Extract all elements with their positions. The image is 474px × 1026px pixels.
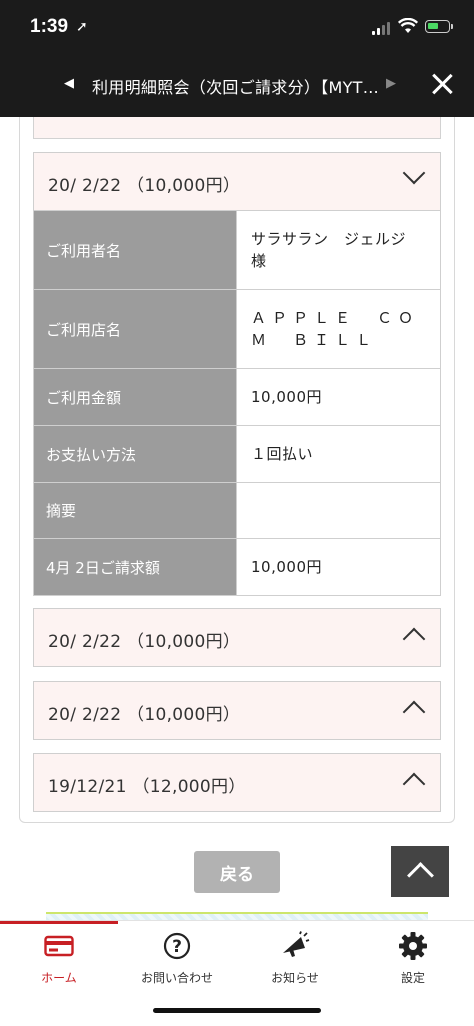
transaction-header[interactable]: 20/ 2/22 （10,000円） (33, 608, 441, 667)
transaction-detail-table: ご利用者名 サラサラン ジェルジ 様 ご利用店名 ＡＰＰＬＥ ＣＯＭ ＢＩＬＬ … (33, 210, 441, 596)
detail-row-amount: ご利用金額 10,000円 (33, 368, 441, 426)
detail-value: 10,000円 (236, 538, 441, 596)
battery-tip (451, 24, 453, 29)
tab-label: お問い合わせ (140, 971, 213, 985)
scroll-to-top-button[interactable] (391, 846, 449, 897)
previous-arrow-icon[interactable]: ◀ (64, 76, 74, 91)
tab-label: お知らせ (271, 971, 319, 985)
transaction-header[interactable]: 20/ 2/22 （10,000円） (33, 681, 441, 740)
detail-row-merchant: ご利用店名 ＡＰＰＬＥ ＣＯＭ ＢＩＬＬ (33, 289, 441, 369)
detail-label: ご利用店名 (33, 289, 237, 369)
detail-label: ご利用者名 (33, 210, 237, 290)
detail-value (236, 482, 441, 539)
detail-value: 10,000円 (236, 368, 441, 426)
close-icon[interactable] (427, 69, 457, 99)
detail-row-billing: 4月 2日ご請求額 10,000円 (33, 538, 441, 596)
detail-value: ＡＰＰＬＥ ＣＯＭ ＢＩＬＬ (236, 289, 441, 369)
statement-content: 20/ 2/22 （10,000円） ご利用者名 サラサラン ジェルジ 様 ご利… (0, 117, 474, 920)
chevron-down-icon[interactable] (402, 161, 426, 185)
home-indicator[interactable] (153, 1008, 321, 1013)
active-tab-indicator (0, 921, 118, 924)
transaction-label: 20/ 2/22 （10,000円） (48, 705, 241, 725)
tab-label: ホーム (41, 971, 77, 985)
detail-row-payment-method: お支払い方法 １回払い (33, 425, 441, 483)
detail-label: お支払い方法 (33, 425, 237, 483)
transaction-label: 19/12/21 （12,000円） (48, 777, 246, 797)
detail-label: 4月 2日ご請求額 (33, 538, 237, 596)
status-time: 1:39 (30, 16, 69, 37)
battery-icon (425, 20, 450, 33)
megaphone-icon (283, 931, 310, 957)
tab-label: 設定 (400, 971, 425, 985)
chevron-up-icon[interactable] (402, 700, 426, 724)
location-arrow-icon: ➚ (76, 19, 88, 35)
detail-label: 摘要 (33, 482, 237, 539)
status-bar: 1:39 ➚ (0, 0, 474, 56)
detail-row-memo: 摘要 (33, 482, 441, 539)
svg-text:?: ? (172, 937, 182, 957)
partial-transaction-card[interactable] (33, 117, 441, 139)
transaction-header[interactable]: 19/12/21 （12,000円） (33, 753, 441, 812)
navigation-bar: ◀ 利用明細照会（次回ご請求分）【MYT… ▶ (0, 56, 474, 117)
back-button[interactable]: 戻る (194, 851, 280, 893)
detail-label: ご利用金額 (33, 368, 237, 426)
chevron-up-icon[interactable] (402, 772, 426, 796)
transaction-header-expanded[interactable]: 20/ 2/22 （10,000円） (33, 152, 441, 211)
tab-settings[interactable]: 設定 (354, 931, 472, 991)
tab-contact[interactable]: ? お問い合わせ (118, 931, 236, 991)
detail-row-user: ご利用者名 サラサラン ジェルジ 様 (33, 210, 441, 290)
question-circle-icon: ? (163, 932, 191, 960)
credit-card-icon (44, 935, 74, 957)
tab-news[interactable]: お知らせ (236, 931, 354, 991)
cellular-signal-icon (372, 22, 390, 35)
wifi-icon (398, 18, 418, 33)
chevron-up-icon (407, 862, 434, 889)
transaction-label: 20/ 2/22 （10,000円） (48, 176, 241, 196)
page-title: 利用明細照会（次回ご請求分）【MYT… (92, 78, 380, 97)
transaction-label: 20/ 2/22 （10,000円） (48, 632, 241, 652)
promo-banner[interactable] (46, 912, 428, 920)
detail-value: サラサラン ジェルジ 様 (236, 210, 441, 290)
detail-value: １回払い (236, 425, 441, 483)
next-arrow-icon[interactable]: ▶ (386, 76, 396, 91)
tab-home[interactable]: ホーム (0, 931, 118, 991)
gear-icon (399, 932, 427, 960)
chevron-up-icon[interactable] (402, 627, 426, 651)
